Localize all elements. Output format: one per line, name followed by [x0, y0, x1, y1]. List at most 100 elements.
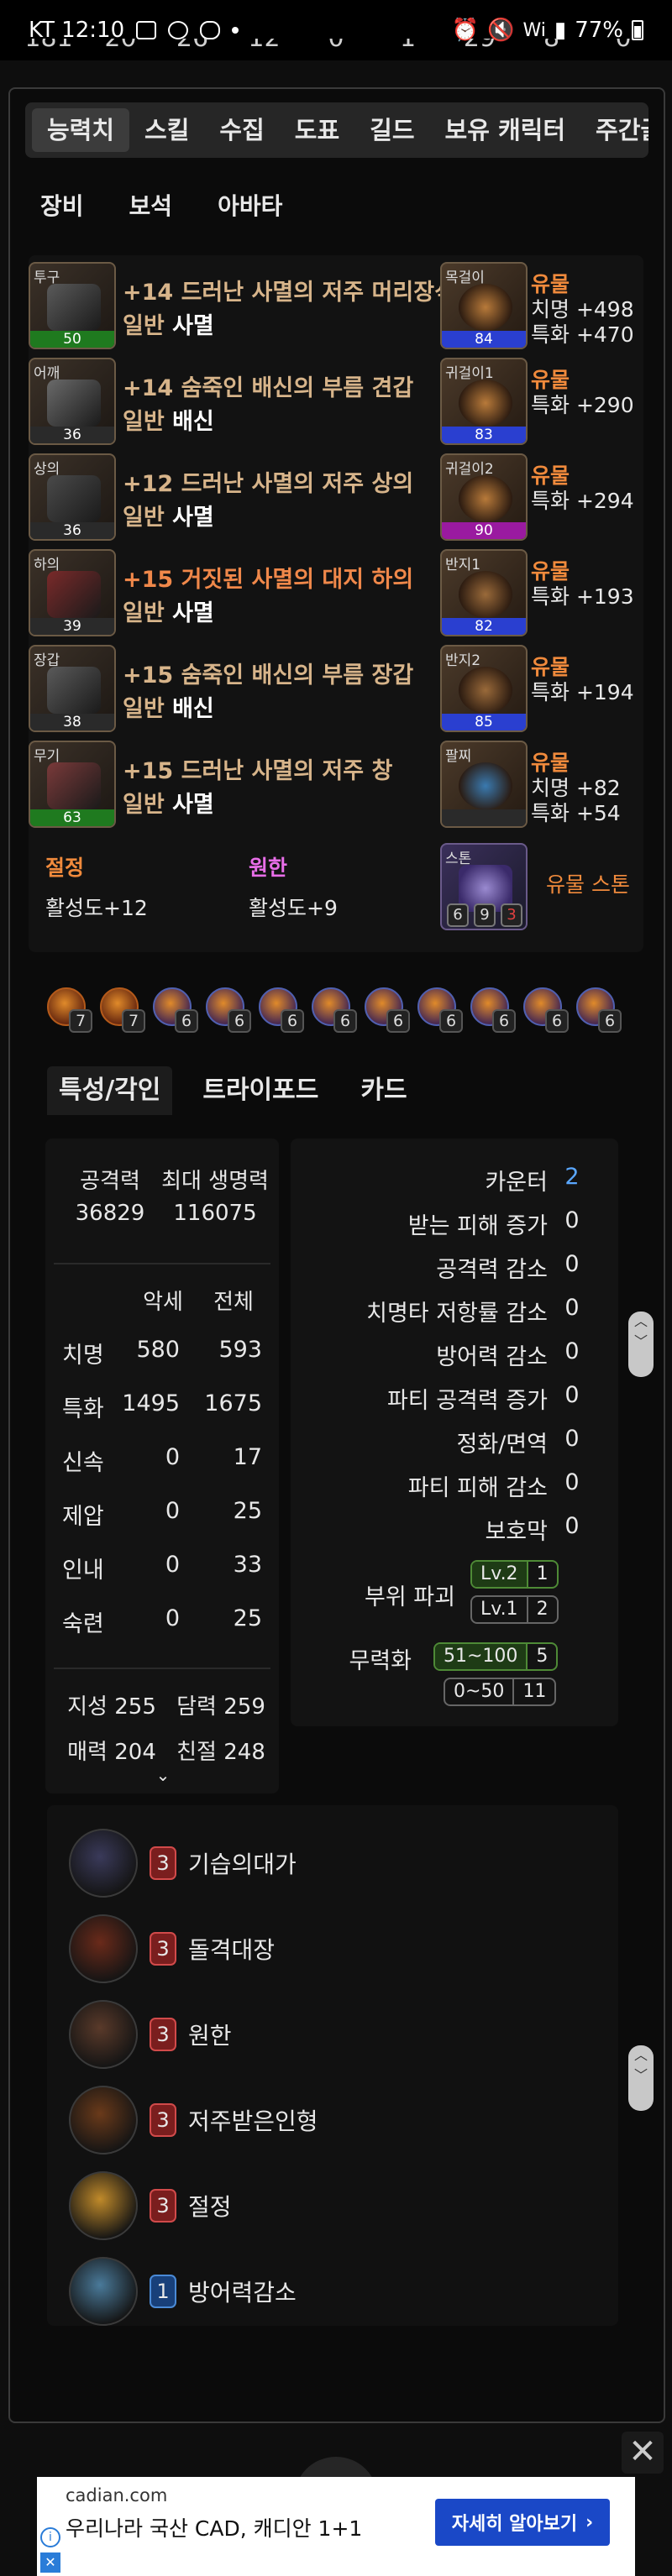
equipment-slot-icon[interactable]: 어깨 36: [29, 358, 116, 445]
synergy-name: 치명타 저항률 감소: [366, 1301, 548, 1327]
engraving-gem-icon[interactable]: 7: [47, 987, 92, 1033]
section-tabs: 특성/각인 트라이포드 카드: [47, 1066, 419, 1115]
card-set-panel: 3 기습의대가 3 돌격대장 3 원한 3 저주받은인형 3 절정 1 방어력감소: [47, 1805, 618, 2326]
equipment-row[interactable]: 무기 63 +15 드러난 사멸의 저주 창 일반 사멸 팔찌 유물 치명 +82 특화 +5…: [29, 741, 643, 830]
equipment-row[interactable]: 어깨 36 +14 숨죽인 배신의 부름 견갑 일반 배신 귀걸이1 83 유물 특화 +29…: [29, 358, 643, 447]
equipment-row[interactable]: 장갑 38 +15 숨죽인 배신의 부름 장갑 일반 배신 반지2 85 유물 특화 +194: [29, 645, 643, 734]
card-awaken-count: 3: [150, 2189, 176, 2223]
synergy-row: 공격력 감소 0: [291, 1251, 593, 1285]
card-set-item[interactable]: 3 기습의대가: [69, 1825, 297, 1901]
tab-weekly-gold[interactable]: 주간골드: [580, 108, 648, 152]
card-set-item[interactable]: 3 절정: [69, 2168, 232, 2244]
trait-intellect: 지성 255: [67, 1694, 156, 1720]
accessory-slot-icon[interactable]: 반지1 82: [440, 549, 528, 636]
equipment-set-name: 사멸: [172, 600, 214, 626]
ad-text: 우리나라 국산 CAD, 캐디안 1+1: [66, 2516, 363, 2541]
trait-courage: 담력 259: [176, 1694, 265, 1720]
card-set-item[interactable]: 1 방어력감소: [69, 2254, 297, 2329]
quality-bar: [442, 809, 526, 826]
synergy-row: 파티 공격력 증가 0: [291, 1382, 593, 1416]
tab-engravings[interactable]: 특성/각인: [47, 1066, 173, 1115]
synergy-name: 파티 공격력 증가: [386, 1388, 548, 1414]
equipment-slot-icon[interactable]: 투구 50: [29, 262, 116, 349]
accessory-stat: 특화 +194: [531, 680, 634, 704]
synergy-value: 0: [564, 1338, 580, 1364]
equipment-slot-icon[interactable]: 상의 36: [29, 453, 116, 541]
engraving-gem-icon[interactable]: 6: [523, 987, 569, 1033]
equipment-slot-icon[interactable]: 장갑 38: [29, 645, 116, 732]
ad-info-icon[interactable]: i: [40, 2527, 60, 2547]
accessory-slot-icon[interactable]: 반지2 85: [440, 645, 528, 732]
synergy-name: 보호막: [485, 1519, 548, 1545]
stat-name: 특화: [62, 1396, 104, 1422]
engraving-gem-icon[interactable]: 6: [470, 987, 516, 1033]
accessory-grade: 유물: [531, 655, 570, 679]
accessory-stat: 치명 +82: [531, 776, 621, 800]
accessory-slot-icon[interactable]: 목걸이 84: [440, 262, 528, 349]
part-break-level: Lv.2: [472, 1562, 527, 1587]
ad-cta-button[interactable]: 자세히 알아보기 ›: [435, 2499, 610, 2546]
tab-cards[interactable]: 카드: [349, 1066, 418, 1115]
hp-label: 최대 생명력: [161, 1169, 269, 1194]
stat-row: 숙련 0 25: [54, 1605, 270, 1639]
accessory-art: [459, 762, 512, 809]
stone-grade: 유물 스톤: [546, 872, 630, 897]
engraving-gem-icon[interactable]: 6: [312, 987, 357, 1033]
top-number: 26: [167, 39, 218, 62]
ad-close-icon[interactable]: ✕: [40, 2552, 60, 2573]
elixir-value: 활성도+9: [249, 896, 338, 920]
synergy-value: 0: [564, 1251, 580, 1277]
tab-charts[interactable]: 도표: [280, 108, 354, 152]
engraving-gem-icon[interactable]: 6: [259, 987, 304, 1033]
attack-label: 공격력: [80, 1169, 140, 1194]
subtab-equipment[interactable]: 장비: [30, 188, 94, 222]
equipment-art: [47, 475, 101, 522]
card-set-item[interactable]: 3 저주받은인형: [69, 2082, 318, 2158]
card-awaken-count: 3: [150, 2018, 176, 2051]
accessory-slot-icon[interactable]: 귀걸이1 83: [440, 358, 528, 445]
equipment-slot-icon[interactable]: 하의 39: [29, 549, 116, 636]
tab-characters[interactable]: 보유 캐릭터: [430, 108, 581, 152]
scroll-handle[interactable]: ︿ ﹀: [628, 1312, 654, 1377]
card-set-item[interactable]: 3 원한: [69, 1997, 232, 2072]
trait-charm: 매력 204: [67, 1740, 156, 1765]
engraving-gem-icon[interactable]: 6: [153, 987, 198, 1033]
tab-tripods[interactable]: 트라이포드: [191, 1066, 330, 1115]
quality-bar: 36: [30, 427, 114, 443]
subtab-gems[interactable]: 보석: [119, 188, 183, 222]
tab-collection[interactable]: 수집: [204, 108, 279, 152]
stat-name: 신속: [62, 1450, 104, 1476]
close-ad-icon[interactable]: ✕: [622, 2432, 664, 2474]
ability-stone-icon[interactable]: 스톤 6 9 3: [440, 843, 528, 930]
accessory-slot-icon[interactable]: 귀걸이2 90: [440, 453, 528, 541]
card-awaken-count: 3: [150, 2103, 176, 2137]
chevron-down-icon[interactable]: ⌄: [146, 1765, 180, 1785]
gem-level: 6: [492, 1009, 516, 1033]
engraving-gem-icon[interactable]: 6: [417, 987, 463, 1033]
tab-guild[interactable]: 길드: [354, 108, 429, 152]
equipment-slot-icon[interactable]: 무기 63: [29, 741, 116, 828]
equipment-row[interactable]: 투구 50 +14 드러난 사멸의 저주 머리장식 일반 사멸 목걸이 84 유물 치명 +4…: [29, 262, 643, 351]
tab-stats[interactable]: 능력치: [32, 108, 130, 152]
card-name: 원한: [188, 2022, 232, 2050]
accessory-grade: 유물: [531, 559, 570, 584]
scroll-handle[interactable]: ︿ ﹀: [628, 2045, 654, 2111]
engraving-gem-icon[interactable]: 7: [100, 987, 145, 1033]
equipment-row[interactable]: 하의 39 +15 거짓된 사멸의 대지 하의 일반 사멸 반지1 82 유물 특화 +193: [29, 549, 643, 638]
stat-name: 제압: [62, 1504, 104, 1530]
stat-accessory-value: 1495: [122, 1390, 180, 1416]
part-break-label: 부위 파괴: [365, 1584, 455, 1610]
accessory-slot-icon[interactable]: 팔찌: [440, 741, 528, 828]
subtab-avatar[interactable]: 아바타: [207, 188, 292, 222]
engraving-gem-icon[interactable]: 6: [365, 987, 410, 1033]
tab-skills[interactable]: 스킬: [129, 108, 204, 152]
ad-banner[interactable]: cadian.com 우리나라 국산 CAD, 캐디안 1+1 자세히 알아보기…: [37, 2477, 635, 2576]
engraving-gem-icon[interactable]: 6: [206, 987, 251, 1033]
card-set-item[interactable]: 3 돌격대장: [69, 1911, 275, 1987]
top-number: 12: [239, 39, 290, 62]
synergy-value: 0: [564, 1207, 580, 1233]
equipment-row[interactable]: 상의 36 +12 드러난 사멸의 저주 상의 일반 사멸 귀걸이2 90 유물 특화 +29…: [29, 453, 643, 542]
card-awaken-count: 1: [150, 2275, 176, 2308]
equipment-panel: 투구 50 +14 드러난 사멸의 저주 머리장식 일반 사멸 목걸이 84 유물 치명 +4…: [29, 255, 643, 952]
engraving-gem-icon[interactable]: 6: [576, 987, 622, 1033]
